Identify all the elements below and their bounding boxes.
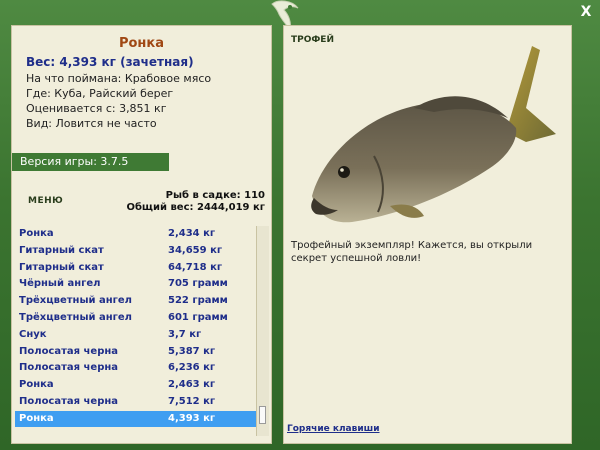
catch-list-item[interactable]: Полосатая черна 7,512 кг — [15, 394, 256, 411]
catch-fish-weight: 34,659 кг — [168, 244, 223, 256]
catch-list-item[interactable]: Полосатая черна 6,236 кг — [15, 360, 256, 377]
catch-list-item[interactable]: Гитарный скат 34,659 кг — [15, 243, 256, 260]
catch-list: Ронка 2,434 кг Гитарный скат 34,659 кг Гитар… — [15, 226, 256, 427]
catch-fish-name: Ронка — [19, 412, 54, 424]
catch-fish-weight: 2,434 кг — [168, 228, 216, 239]
close-button[interactable]: X — [578, 4, 594, 20]
catch-fish-name: Трёхцветный ангел — [19, 295, 132, 307]
catch-fish-weight: 601 грамм — [168, 311, 228, 323]
catch-list-item[interactable]: Ронка 2,434 кг — [15, 226, 256, 243]
catch-list-item[interactable]: Полосатая черна 5,387 кг — [15, 344, 256, 361]
catch-list-item[interactable]: Трёхцветный ангел 601 грамм — [15, 310, 256, 327]
catch-fish-name: Снук — [19, 328, 47, 340]
fish-weight: Вес: 4,393 кг (зачетная) — [26, 55, 194, 69]
fish-count: Рыб в садке: 110 — [165, 190, 265, 201]
fish-title: Ронка — [118, 36, 165, 51]
list-scrollbar[interactable] — [256, 226, 269, 436]
fish-info-panel: Ронка Вес: 4,393 кг (зачетная) На что по… — [11, 25, 272, 444]
catch-fish-weight: 4,393 кг — [168, 412, 216, 424]
location-info: Где: Куба, Райский берег — [26, 87, 174, 100]
catch-fish-name: Гитарный скат — [19, 244, 104, 256]
catch-list-item[interactable]: Гитарный скат 64,718 кг — [15, 260, 256, 277]
catch-fish-name: Гитарный скат — [19, 261, 104, 273]
catch-fish-weight: 64,718 кг — [168, 261, 223, 273]
trophy-message: Трофейный экземпляр! Кажется, вы открыли… — [291, 240, 533, 264]
version-bar: Версия игры: 3.7.5 — [12, 153, 169, 171]
catch-fish-weight: 5,387 кг — [168, 345, 216, 357]
catch-fish-name: Полосатая черна — [19, 345, 119, 357]
scrollbar-thumb[interactable] — [259, 406, 266, 424]
menu-button[interactable]: МЕНЮ — [28, 196, 63, 206]
fish-image — [311, 46, 556, 223]
price-info: Оценивается с: 3,851 кг — [26, 102, 167, 115]
catch-fish-weight: 522 грамм — [168, 295, 228, 307]
trophy-label: ТРОФЕЙ — [291, 35, 334, 45]
catch-fish-name: Полосатая черна — [19, 362, 119, 374]
catch-fish-name: Ронка — [19, 379, 54, 391]
catch-fish-weight: 705 грамм — [168, 278, 228, 290]
hotkeys-link[interactable]: Горячие клавиши — [287, 424, 380, 434]
catch-list-item[interactable]: Ронка 4,393 кг — [15, 410, 256, 427]
catch-fish-name: Трёхцветный ангел — [19, 311, 132, 323]
catch-fish-name: Чёрный ангел — [19, 278, 101, 290]
catch-fish-weight: 6,236 кг — [168, 362, 216, 374]
catch-list-item[interactable]: Снук 3,7 кг — [15, 327, 256, 344]
bait-info: На что поймана: Крабовое мясо — [26, 72, 212, 85]
catch-fish-name: Ронка — [19, 228, 54, 239]
catch-list-item[interactable]: Трёхцветный ангел 522 грамм — [15, 293, 256, 310]
catch-fish-weight: 7,512 кг — [168, 395, 216, 407]
catch-list-item[interactable]: Ронка 2,463 кг — [15, 377, 256, 394]
rarity-info: Вид: Ловится не часто — [26, 117, 157, 130]
catch-fish-weight: 3,7 кг — [168, 328, 202, 340]
trophy-panel: ТРОФЕЙ Трофейный экземпляр! Кажется, вы … — [283, 25, 572, 444]
catch-fish-name: Полосатая черна — [19, 395, 119, 407]
total-weight: Общий вес: 2444,019 кг — [126, 202, 265, 213]
catch-fish-weight: 2,463 кг — [168, 379, 216, 391]
catch-list-item[interactable]: Чёрный ангел 705 грамм — [15, 276, 256, 293]
